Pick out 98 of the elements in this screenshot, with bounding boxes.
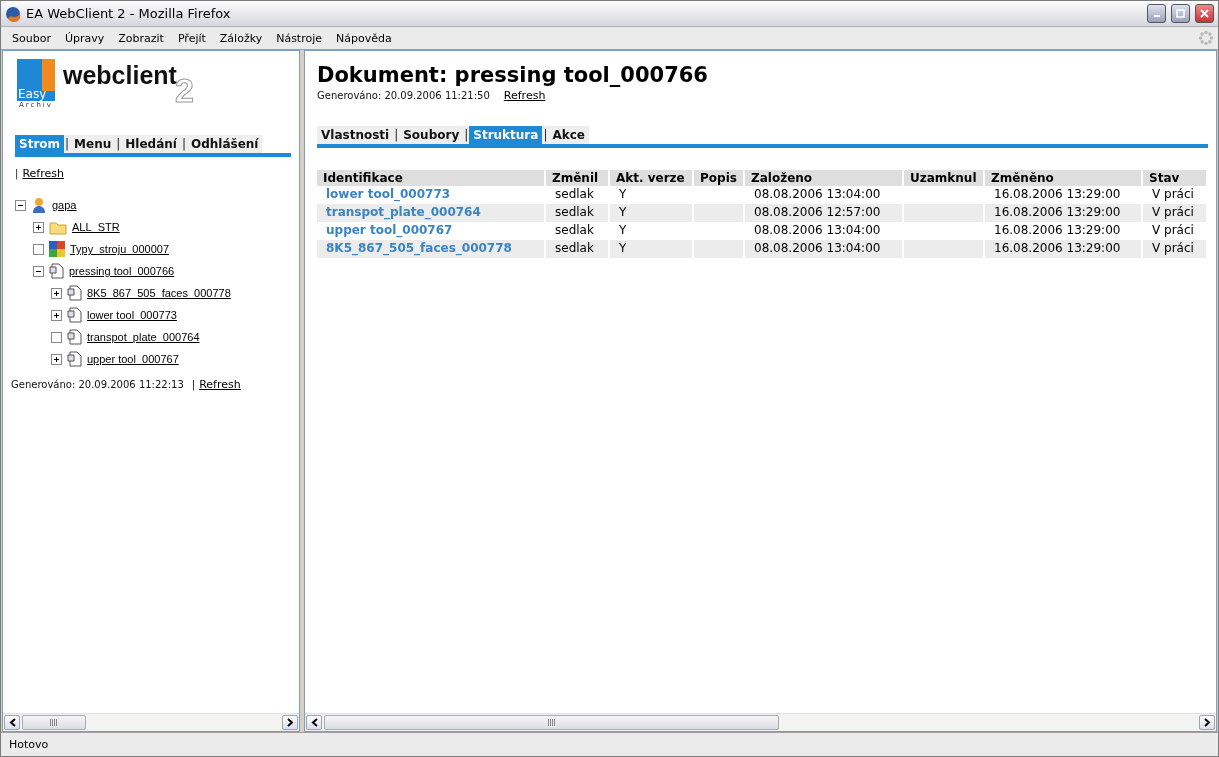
column-header[interactable]: Změněno bbox=[985, 170, 1143, 186]
tree-expander[interactable] bbox=[51, 287, 62, 299]
nav-tab[interactable]: Menu bbox=[70, 135, 116, 153]
tree-node-link[interactable]: 8K5_867_505_faces_000778 bbox=[87, 287, 231, 299]
tree-expander[interactable] bbox=[33, 265, 44, 277]
refresh-link[interactable]: Refresh bbox=[199, 378, 241, 391]
menu-item[interactable]: Nástroje bbox=[269, 31, 329, 45]
chevron-left-icon bbox=[310, 718, 318, 727]
tab-separator: | bbox=[463, 126, 470, 144]
refresh-link[interactable]: Refresh bbox=[503, 89, 546, 102]
chevron-left-icon bbox=[8, 718, 16, 727]
column-header[interactable]: Uzamknul bbox=[904, 170, 985, 186]
grip-icon bbox=[547, 719, 556, 726]
status-text: Hotovo bbox=[9, 738, 49, 751]
user-icon bbox=[31, 197, 47, 213]
table-cell: 08.08.2006 13:04:00 bbox=[745, 240, 904, 258]
plus-icon bbox=[35, 223, 42, 231]
nav-tab[interactable]: Hledání bbox=[121, 135, 181, 153]
generated-text: Generováno: 20.09.2006 11:21:50 bbox=[317, 90, 490, 101]
tab-separator: | bbox=[180, 135, 187, 153]
document-icon bbox=[67, 351, 82, 367]
throbber-icon bbox=[1198, 30, 1214, 46]
document-link[interactable]: lower tool_000773 bbox=[326, 187, 451, 201]
tree-node-link[interactable]: transpot_plate_000764 bbox=[87, 331, 200, 343]
window-title: EA WebClient 2 - Mozilla Firefox bbox=[26, 6, 232, 21]
generated-text: Generováno: 20.09.2006 11:22:13 bbox=[11, 379, 184, 390]
tab-separator: | bbox=[393, 126, 400, 144]
horizontal-scrollbar[interactable] bbox=[305, 713, 1216, 731]
nav-tab[interactable]: Strom bbox=[15, 135, 65, 153]
column-header[interactable]: Akt. verze bbox=[610, 170, 694, 186]
table-cell: sedlak bbox=[546, 204, 610, 222]
column-header[interactable]: Popis bbox=[694, 170, 745, 186]
plus-icon bbox=[53, 311, 60, 319]
horizontal-scrollbar[interactable] bbox=[3, 713, 299, 731]
nav-tab[interactable]: Odhlášení bbox=[187, 135, 263, 153]
menu-item[interactable]: Přejít bbox=[170, 31, 213, 45]
menu-item[interactable]: Nápověda bbox=[329, 31, 399, 45]
tree-node-link[interactable]: upper tool_000767 bbox=[87, 353, 179, 365]
table-cell: Y bbox=[610, 240, 694, 258]
column-header[interactable]: Stav bbox=[1143, 170, 1208, 186]
close-button[interactable] bbox=[1195, 4, 1214, 23]
nav-tab[interactable]: Vlastnosti bbox=[317, 126, 394, 144]
tree-node-link[interactable]: ALL_STR bbox=[72, 221, 120, 233]
menu-item[interactable]: Soubor bbox=[5, 31, 58, 45]
close-icon bbox=[1200, 9, 1209, 18]
document-title: Dokument: pressing tool_000766 bbox=[317, 63, 709, 87]
column-header[interactable]: Změnil bbox=[546, 170, 610, 186]
chevron-right-icon bbox=[1203, 718, 1211, 727]
browser-logo-icon bbox=[5, 5, 21, 22]
tab-separator: | bbox=[115, 135, 122, 153]
plus-icon bbox=[53, 355, 60, 363]
plus-icon bbox=[53, 289, 60, 297]
tree-node-link[interactable]: gapa bbox=[52, 199, 77, 211]
tree-node-link[interactable]: pressing tool_000766 bbox=[69, 265, 175, 277]
menu-item[interactable]: Záložky bbox=[212, 31, 270, 45]
nav-tab[interactable]: Soubory bbox=[399, 126, 464, 144]
separator-text: | bbox=[15, 168, 19, 179]
scroll-thumb[interactable] bbox=[324, 715, 779, 730]
column-header[interactable]: Identifikace bbox=[317, 170, 546, 186]
table-cell: sedlak bbox=[546, 240, 610, 258]
separator-text: | bbox=[191, 379, 196, 390]
tree-expander[interactable] bbox=[33, 221, 44, 233]
maximize-icon bbox=[1176, 9, 1185, 18]
refresh-link[interactable]: Refresh bbox=[22, 167, 64, 180]
tree-expander[interactable] bbox=[51, 309, 62, 321]
table-cell: Y bbox=[610, 204, 694, 222]
scroll-left-button[interactable] bbox=[4, 715, 20, 730]
table-cell: 16.08.2006 13:29:00 bbox=[985, 240, 1143, 258]
document-icon bbox=[49, 263, 64, 279]
folder-icon bbox=[49, 219, 67, 235]
table-cell: 16.08.2006 13:29:00 bbox=[985, 204, 1143, 222]
chevron-right-icon bbox=[286, 718, 294, 727]
tab-separator: | bbox=[64, 135, 71, 153]
menu-item[interactable]: Zobrazit bbox=[111, 31, 171, 45]
tree-node-link[interactable]: lower tool_000773 bbox=[87, 309, 177, 321]
nav-tab[interactable]: Struktura bbox=[469, 126, 543, 144]
scroll-right-button[interactable] bbox=[282, 715, 298, 730]
scroll-thumb[interactable] bbox=[22, 715, 86, 730]
tab-separator: | bbox=[542, 126, 549, 144]
tree-expander[interactable] bbox=[51, 353, 62, 365]
document-link[interactable]: upper tool_000767 bbox=[326, 223, 453, 237]
document-icon bbox=[67, 307, 82, 323]
menu-item[interactable]: Úpravy bbox=[57, 31, 112, 45]
scroll-left-button[interactable] bbox=[306, 715, 322, 730]
puzzle-icon bbox=[49, 241, 65, 257]
document-icon bbox=[67, 285, 82, 301]
nav-tab[interactable]: Akce bbox=[548, 126, 589, 144]
maximize-button[interactable] bbox=[1171, 4, 1190, 23]
minimize-button[interactable] bbox=[1147, 4, 1166, 23]
table-cell: 08.08.2006 12:57:00 bbox=[745, 204, 904, 222]
document-icon bbox=[67, 329, 82, 345]
tree-expander[interactable] bbox=[15, 199, 26, 211]
scroll-right-button[interactable] bbox=[1199, 715, 1215, 730]
table-cell: V práci bbox=[1143, 240, 1208, 258]
table-cell: V práci bbox=[1143, 204, 1208, 222]
column-header[interactable]: Založeno bbox=[745, 170, 904, 186]
grip-icon bbox=[50, 719, 58, 726]
tree-node-link[interactable]: Typy_stroju_000007 bbox=[70, 243, 170, 255]
